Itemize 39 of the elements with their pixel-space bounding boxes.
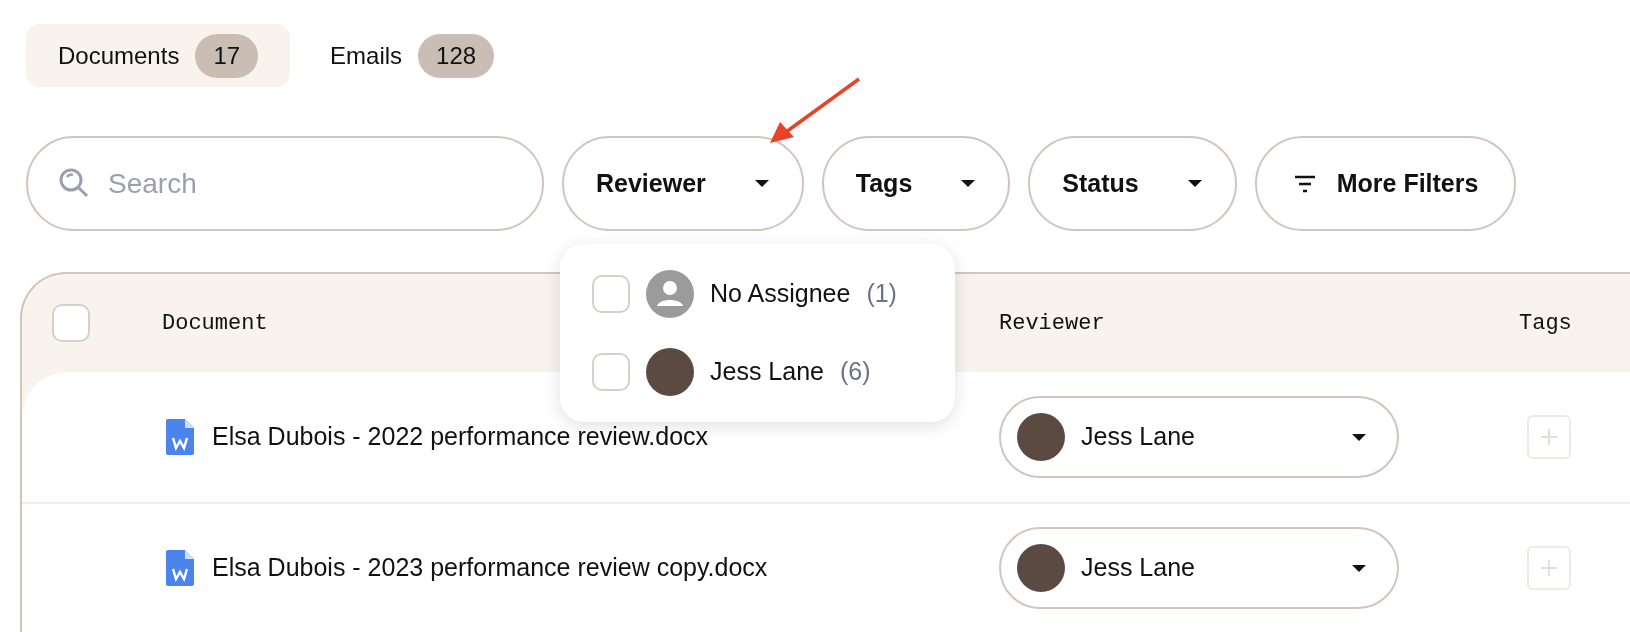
- plus-icon: [1540, 559, 1558, 577]
- checkbox[interactable]: [52, 304, 90, 342]
- tab[interactable]: Emails 128: [298, 24, 527, 87]
- column-header: Document: [162, 309, 269, 338]
- column-header: Tags: [1519, 309, 1573, 338]
- count-badge: 128: [418, 33, 495, 78]
- more-filters-button[interactable]: More Filters: [1254, 136, 1517, 231]
- menu-option-label[interactable]: No Assignee: [710, 275, 851, 313]
- option-count: (1): [866, 278, 897, 310]
- plus-icon: [1540, 428, 1558, 446]
- assignee-select[interactable]: Jess Lane: [999, 396, 1399, 478]
- document-name[interactable]: Elsa Dubois - 2023 performance review copy.docx: [212, 549, 768, 587]
- avatar: [646, 348, 694, 396]
- person-silhouette-icon: [646, 270, 694, 318]
- filter-dropdown[interactable]: Status: [1028, 136, 1237, 231]
- filter-dropdown[interactable]: Tags: [821, 136, 1011, 231]
- document-name[interactable]: Elsa Dubois - 2022 performance review.docx: [212, 418, 709, 456]
- avatar: [1017, 413, 1065, 461]
- tab[interactable]: Documents 17: [26, 24, 291, 87]
- checkbox[interactable]: [592, 275, 630, 313]
- menu-option-label[interactable]: Jess Lane: [710, 353, 824, 391]
- filter-icon: [1292, 174, 1317, 193]
- count-badge: 17: [195, 33, 259, 78]
- search-field[interactable]: Search: [26, 136, 544, 231]
- add-tag-button[interactable]: [1527, 415, 1571, 459]
- option-count: (6): [839, 356, 871, 388]
- assignee-select[interactable]: Jess Lane: [999, 527, 1399, 609]
- caret-icon: [1351, 432, 1367, 442]
- word-document-icon: [166, 550, 194, 586]
- word-document-icon: [166, 419, 194, 455]
- caret-icon: [1186, 179, 1203, 188]
- caret-icon: [960, 179, 977, 188]
- avatar: [1017, 544, 1065, 592]
- add-tag-button[interactable]: [1527, 546, 1571, 590]
- caret-icon: [753, 179, 770, 188]
- column-header: Reviewer: [999, 309, 1106, 338]
- caret-icon: [1351, 563, 1367, 573]
- search-icon: [58, 167, 90, 199]
- checkbox[interactable]: [592, 353, 630, 391]
